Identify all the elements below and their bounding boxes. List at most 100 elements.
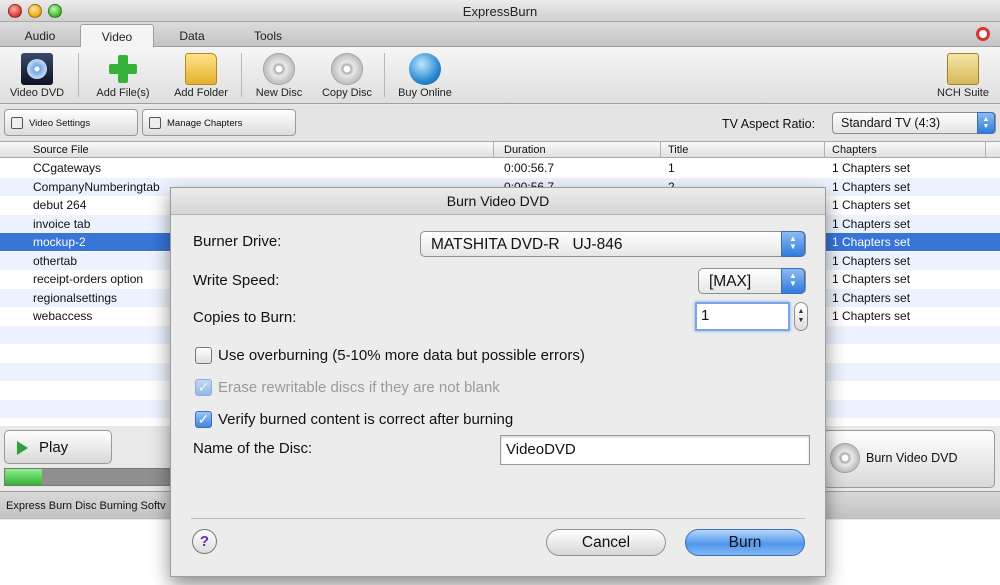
manage-chapters-button[interactable]: Manage Chapters [142,109,296,136]
cell-source-file: webaccess [33,309,93,323]
overburning-label: Use overburning (5-10% more data but pos… [218,347,585,364]
copy-disc-button[interactable]: Copy Disc [316,49,378,103]
cell-chapters: 1 Chapters set [832,198,911,212]
cell-source-file: invoice tab [33,216,91,231]
nch-suite-icon [947,53,979,85]
toolbar-divider [241,53,242,97]
manage-chapters-label: Manage Chapters [167,118,243,129]
cell-source-file: CCgateways [33,161,102,175]
tab-tools[interactable]: Tools [230,24,306,47]
cancel-button[interactable]: Cancel [546,529,666,556]
toolbar-divider [78,53,79,97]
video-dvd-button[interactable]: Video DVD [4,49,70,103]
verify-burned-label: Verify burned content is correct after b… [218,411,514,428]
add-files-label: Add File(s) [96,87,150,99]
cell-source-file: regionalsettings [33,290,118,305]
column-divider [660,142,661,158]
copy-disc-icon [331,53,363,85]
burn-button[interactable]: Burn [685,529,805,556]
chapters-icon [149,117,161,129]
dialog-title: Burn Video DVD [171,188,825,215]
cell-source-file: receipt-orders option [33,272,144,286]
select-arrows-icon: ▲ ▼ [781,231,805,257]
burn-video-dvd-button[interactable]: Burn Video DVD [823,430,995,488]
select-arrows-icon: ▲ ▼ [977,112,995,134]
overburning-checkbox[interactable] [195,347,212,364]
table-row[interactable]: CCgateways 0:00:56.7 1 1 Chapters set [0,159,1000,177]
copies-to-burn-input[interactable]: 1 [695,302,790,331]
buy-online-label: Buy Online [398,87,452,99]
column-title[interactable]: Title [668,144,688,156]
help-lifebuoy-icon[interactable] [976,27,990,41]
burner-drive-label: Burner Drive: [193,233,282,250]
globe-icon [409,53,441,85]
title-bar: ExpressBurn [0,0,1000,22]
disc-name-value: VideoDVD [506,441,576,458]
window-title: ExpressBurn [462,4,538,19]
burn-video-dvd-dialog: Burn Video DVD Burner Drive: MATSHITA DV… [170,187,826,577]
copies-stepper[interactable]: ▲ ▼ [794,302,808,331]
cell-duration: 0:00:56.7 [504,161,555,175]
erase-rewritable-checkbox: ✓ [195,379,212,396]
toolbar-divider [384,53,385,97]
burn-disc-icon [830,443,860,473]
cell-title: 1 [668,161,675,175]
column-chapters[interactable]: Chapters [832,144,877,156]
cell-chapters: 1 Chapters set [832,216,911,231]
erase-rewritable-label: Erase rewritable discs if they are not b… [218,379,500,396]
tab-audio[interactable]: Audio [0,24,80,47]
cell-chapters: 1 Chapters set [832,235,911,249]
add-folder-button[interactable]: Add Folder [168,49,234,103]
play-button[interactable]: Play [4,430,112,464]
video-settings-label: Video Settings [29,118,91,129]
new-disc-icon [263,53,295,85]
new-disc-button[interactable]: New Disc [248,49,310,103]
cell-chapters: 1 Chapters set [832,179,911,194]
aspect-ratio-select[interactable]: Standard TV (4:3) ▲ ▼ [832,112,996,134]
burn-video-dvd-label: Burn Video DVD [866,451,958,465]
disc-name-input[interactable]: VideoDVD [500,435,810,465]
playback-progress-bar[interactable] [4,468,174,486]
nch-suite-button[interactable]: NCH Suite [930,49,996,103]
table-header: Source File Duration Title Chapters [0,142,1000,158]
write-speed-select[interactable]: [MAX] ▲ ▼ [698,268,806,294]
write-speed-label: Write Speed: [193,272,280,289]
add-files-icon [107,53,139,85]
cell-chapters: 1 Chapters set [832,290,911,305]
buy-online-button[interactable]: Buy Online [392,49,458,103]
cell-chapters: 1 Chapters set [832,161,911,175]
verify-burned-checkbox[interactable]: ✓ [195,411,212,428]
tab-video[interactable]: Video [80,24,154,48]
nch-suite-label: NCH Suite [937,87,989,99]
add-files-button[interactable]: Add File(s) [90,49,156,103]
dialog-divider [191,518,805,519]
video-dvd-label: Video DVD [9,87,65,99]
help-button[interactable]: ? [192,529,217,554]
column-duration[interactable]: Duration [504,144,546,156]
column-divider [824,142,825,158]
new-disc-label: New Disc [255,87,303,99]
toolbar: Video DVD Add File(s) Add Folder New Dis… [0,47,1000,104]
tab-data[interactable]: Data [154,24,230,47]
write-speed-value: [MAX] [709,273,752,290]
cell-source-file: debut 264 [33,198,87,212]
play-icon [17,441,28,455]
add-folder-label: Add Folder [174,87,228,99]
aspect-ratio-value: Standard TV (4:3) [841,116,941,130]
burner-drive-value: MATSHITA DVD-R UJ-846 [431,236,623,253]
expressburn-window: ExpressBurn Audio Video Data Tools Video… [0,0,1000,585]
column-divider [985,142,986,158]
video-settings-button[interactable]: Video Settings [4,109,138,136]
cell-chapters: 1 Chapters set [832,272,911,286]
cell-source-file: othertab [33,253,78,268]
options-bar: Video Settings Manage Chapters TV Aspect… [0,105,1000,142]
progress-fill [5,469,42,485]
tab-strip: Audio Video Data Tools [0,22,1000,48]
disc-name-label: Name of the Disc: [193,440,313,457]
column-source-file[interactable]: Source File [33,144,89,156]
cell-source-file: mockup-2 [33,235,86,249]
burner-drive-select[interactable]: MATSHITA DVD-R UJ-846 ▲ ▼ [420,231,806,257]
settings-icon [11,117,23,129]
column-divider [493,142,494,158]
folder-icon [185,53,217,85]
